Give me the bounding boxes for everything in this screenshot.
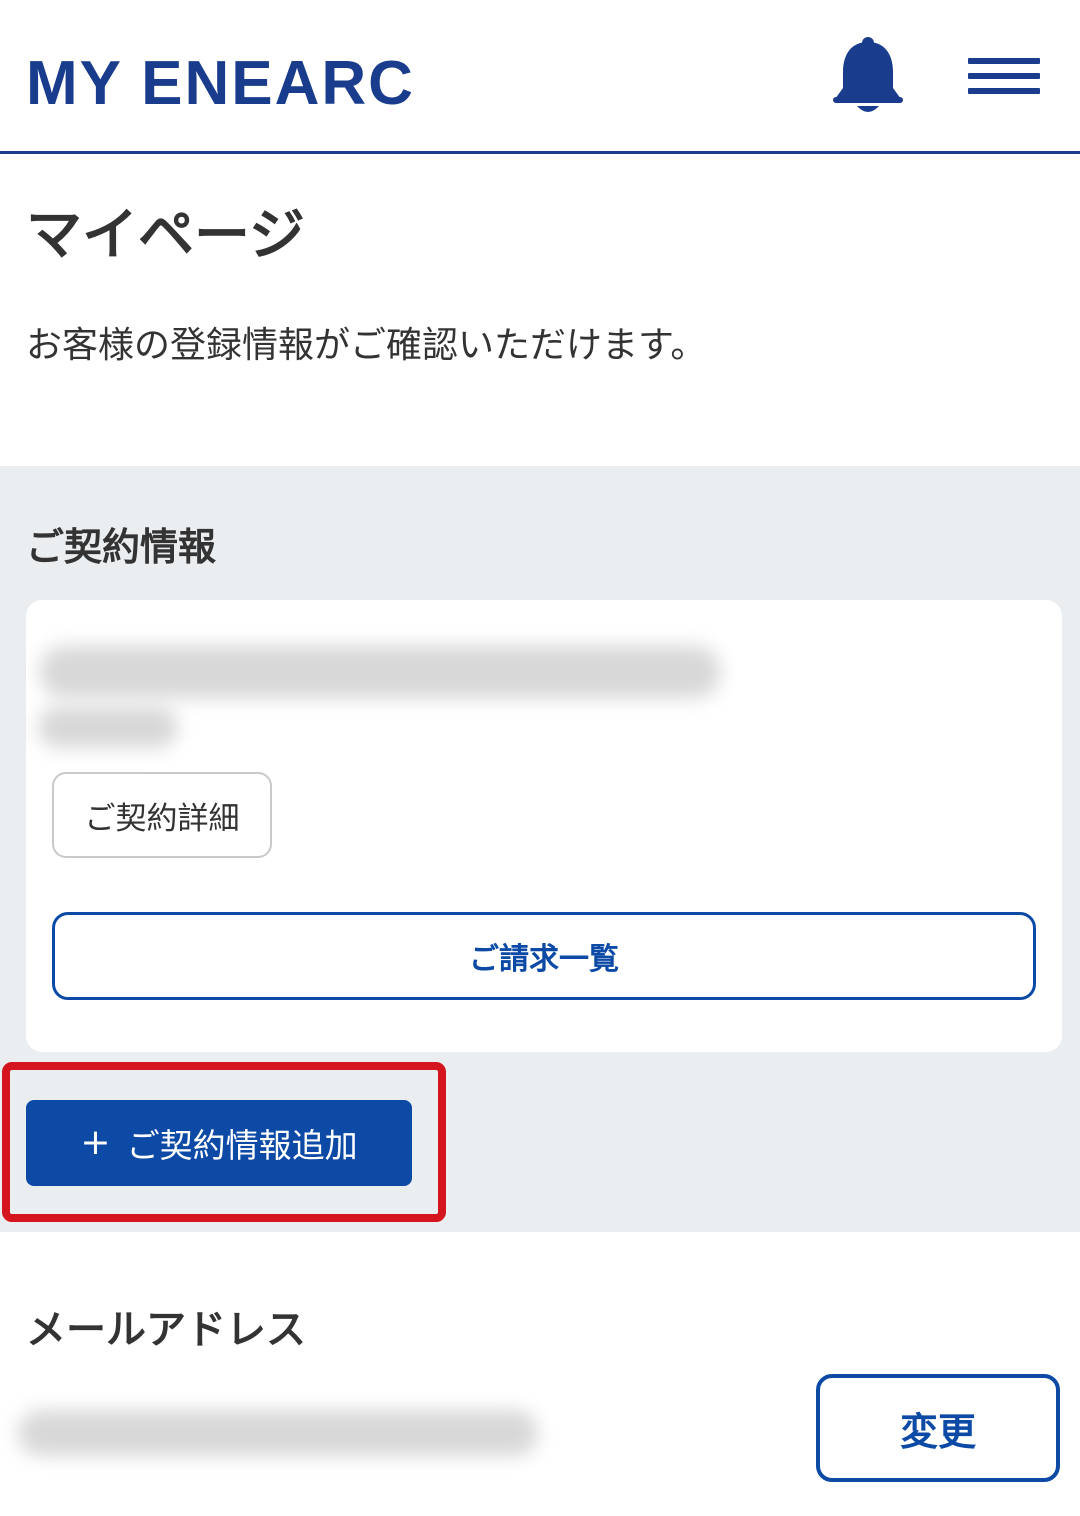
email-heading: メールアドレス — [26, 1307, 306, 1353]
redacted-contract-name — [40, 646, 720, 698]
add-contract-label: ご契約情報追加 — [126, 1126, 358, 1165]
page-title: マイページ — [26, 203, 305, 268]
contract-card: ご契約詳細 ご請求一覧 — [26, 600, 1062, 1052]
page-description: お客様の登録情報がご確認いただけます。 — [26, 325, 707, 366]
logo[interactable]: MY ENEARC — [26, 48, 415, 120]
contract-detail-button[interactable]: ご契約詳細 — [52, 772, 272, 858]
redacted-contract-id — [38, 706, 178, 748]
plus-icon: + — [80, 1122, 111, 1163]
hamburger-menu-icon[interactable] — [968, 56, 1044, 98]
menu-bar-top — [968, 58, 1040, 64]
contract-info-section: ご契約情報 ご契約詳細 ご請求一覧 + ご契約情報追加 — [0, 466, 1080, 1232]
contract-info-heading: ご契約情報 — [26, 525, 217, 569]
billing-list-button[interactable]: ご請求一覧 — [52, 912, 1036, 1000]
menu-bar-bottom — [968, 88, 1040, 94]
bell-icon-graphic — [833, 37, 903, 112]
add-contract-button[interactable]: + ご契約情報追加 — [26, 1100, 412, 1186]
menu-bar-middle — [968, 73, 1040, 79]
change-email-button[interactable]: 変更 — [816, 1374, 1060, 1482]
redacted-email-address — [18, 1410, 538, 1456]
app-header: MY ENEARC — [0, 0, 1080, 154]
bell-icon[interactable] — [830, 36, 906, 118]
